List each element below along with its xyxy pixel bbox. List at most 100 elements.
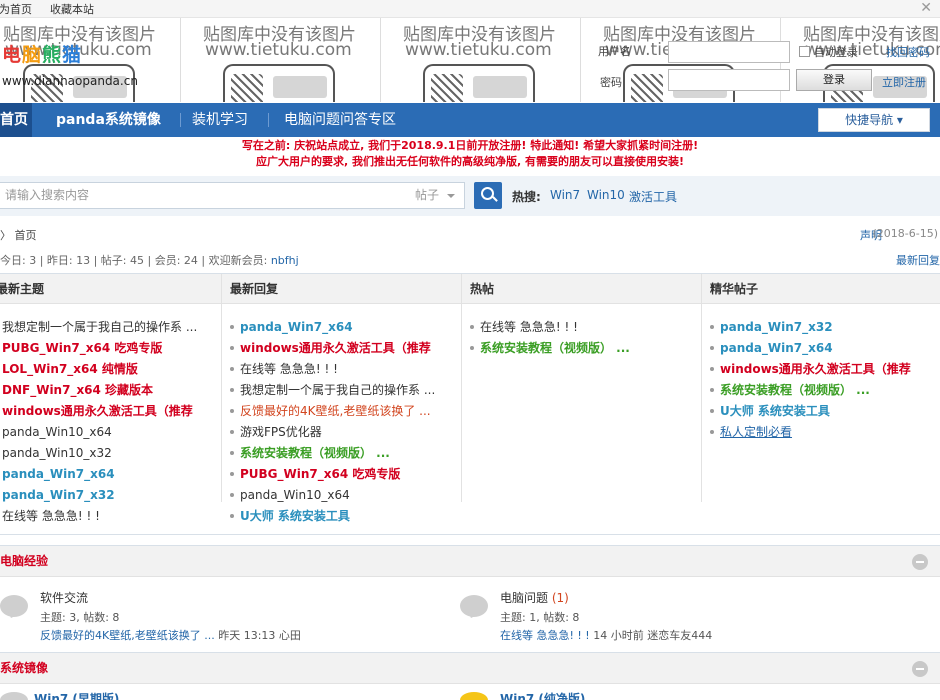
password-label: 密码 [600, 76, 622, 89]
list-item: LOL_Win7_x64 纯情版 [2, 359, 217, 380]
password-input[interactable] [668, 69, 790, 91]
forum-new-bubble-icon [460, 692, 488, 700]
nav-qa-zone[interactable]: 电脑问题问答专区 [270, 103, 410, 137]
thread-link[interactable]: panda_Win7_x32 [2, 488, 115, 502]
search-input[interactable]: 请输入搜索内容 [0, 182, 406, 209]
list-item: 在线等 急急急! ! ! [2, 506, 217, 527]
search-type-select[interactable]: 帖子 [405, 182, 465, 209]
username-input[interactable] [668, 41, 790, 63]
thread-link[interactable]: U大师 系统安装工具 [240, 509, 350, 523]
forum-bubble-icon [460, 595, 488, 617]
notice-line: 写在之前: 庆祝站点成立, 我们于2018.9.1日前开放注册! 特此通知! 希… [241, 139, 699, 152]
thread-link[interactable]: 反馈最好的4K壁纸,老壁纸该换了 ... [240, 404, 431, 418]
breadcrumb: 〉 首页 [0, 227, 37, 243]
forum-entry: 电脑问题 (1) 主题: 1, 帖数: 8 在线等 急急急! ! ! 14 小时… [460, 589, 920, 649]
find-password-link[interactable]: 找回密码 [886, 44, 930, 60]
forum-last-post-link[interactable]: 在线等 急急急! ! ! [500, 629, 590, 642]
forum-last-post-info: 昨天 13:13 心田 [214, 629, 301, 642]
thread-link[interactable]: 系统安装教程（视频版） ... [480, 341, 630, 355]
list-item: 系统安装教程（视频版） ... [710, 380, 935, 401]
thread-link[interactable]: 私人定制必看 [720, 425, 792, 439]
autologin-label: 自动登录 [814, 46, 858, 59]
collapse-icon[interactable] [912, 554, 928, 570]
close-icon[interactable]: ✕ [920, 0, 932, 16]
forum-last-post-info: 14 小时前 迷恋车友444 [589, 629, 713, 642]
forum-stats: 今日: 3 | 昨日: 13 | 帖子: 45 | 会员: 24 | 欢迎新会员… [0, 254, 299, 267]
list-item: panda_Win7_x64 [2, 464, 217, 485]
forum-name[interactable]: Win7 (纯净版) [500, 690, 585, 700]
nav-install-learning[interactable]: 装机学习 [178, 103, 262, 137]
thread-link[interactable]: windows通用永久激活工具（推荐 [240, 341, 431, 355]
list-item: PUBG_Win7_x64 吃鸡专版 [2, 338, 217, 359]
search-icon[interactable] [474, 182, 502, 209]
thread-link[interactable]: 我想定制一个属于我自己的操作系 ... [240, 383, 435, 397]
thread-link[interactable]: 游戏FPS优化器 [240, 425, 322, 439]
hot-keyword[interactable]: 激活工具 [629, 188, 677, 205]
search-bar: 请输入搜索内容 帖子 热搜: Win7 Win10 激活工具 [0, 176, 940, 216]
thread-link[interactable]: panda_Win7_x32 [720, 320, 833, 334]
nav-home[interactable]: 首页 [0, 103, 32, 137]
list-item: panda_Win10_x64 [230, 485, 455, 506]
list-item: 我想定制一个属于我自己的操作系 ... [2, 317, 217, 338]
site-url: www.diannaopanda.cn [2, 74, 138, 88]
list-item: windows通用永久激活工具（推荐 [710, 359, 935, 380]
category-header: 电脑经验 [0, 545, 940, 577]
thread-link[interactable]: 我想定制一个属于我自己的操作系 ... [2, 320, 197, 334]
column-divider [461, 274, 462, 502]
list-item: DNF_Win7_x64 珍藏版本 [2, 380, 217, 401]
category-title[interactable]: 电脑经验 [0, 546, 48, 577]
forum-name[interactable]: 软件交流 [40, 591, 88, 605]
list-item: panda_Win7_x32 [710, 317, 935, 338]
thread-link[interactable]: 系统安装教程（视频版） ... [240, 446, 390, 460]
placeholder-graphic [223, 64, 335, 102]
forum-meta: 主题: 1, 帖数: 8 [500, 611, 580, 624]
bookmark-link[interactable]: 收藏本站 [50, 1, 94, 17]
thread-link[interactable]: 系统安装教程（视频版） ... [720, 383, 870, 397]
new-member-link[interactable]: nbfhj [271, 254, 299, 267]
quick-nav-button[interactable]: 快捷导航 ▾ [818, 108, 930, 132]
top-utility-bar: 设为首页 收藏本站 ✕ [0, 0, 940, 18]
breadcrumb-home[interactable]: 首页 [15, 229, 37, 242]
register-link[interactable]: 立即注册 [882, 74, 926, 90]
username-label: 用户名 [598, 45, 631, 58]
thread-link[interactable]: DNF_Win7_x64 珍藏版本 [2, 383, 153, 397]
list-item: U大师 系统安装工具 [230, 506, 455, 527]
thread-link[interactable]: 在线等 急急急! ! ! [480, 320, 578, 334]
notice-line: 应广大用户的要求, 我们推出无任何软件的高级纯净版, 有需要的朋友可以直接使用安… [255, 155, 685, 168]
thread-link[interactable]: windows通用永久激活工具（推荐 [2, 404, 193, 418]
list-item: windows通用永久激活工具（推荐 [2, 401, 217, 422]
forum-name[interactable]: 电脑问题 [500, 591, 548, 605]
thread-list: 我想定制一个属于我自己的操作系 ... PUBG_Win7_x64 吃鸡专版 LOL… [2, 317, 217, 527]
thread-link[interactable]: panda_Win7_x64 [240, 320, 353, 334]
site-logo[interactable]: 电脑熊猫 [2, 40, 82, 67]
list-item: 反馈最好的4K壁纸,老壁纸该换了 ... [230, 401, 455, 422]
thread-link[interactable]: 在线等 急急急! ! ! [240, 362, 338, 376]
forum-name[interactable]: Win7 (早期版) [34, 690, 119, 700]
category-title[interactable]: 系统镜像 [0, 653, 48, 684]
thread-link[interactable]: panda_Win7_x64 [2, 467, 115, 481]
thread-link[interactable]: panda_Win10_x64 [240, 488, 350, 502]
list-item: PUBG_Win7_x64 吃鸡专版 [230, 464, 455, 485]
thread-link[interactable]: PUBG_Win7_x64 吃鸡专版 [240, 467, 400, 481]
login-button[interactable]: 登录 [796, 69, 872, 91]
thread-link[interactable]: panda_Win10_x64 [2, 425, 112, 439]
thread-link[interactable]: LOL_Win7_x64 纯情版 [2, 362, 138, 376]
thread-link[interactable]: windows通用永久激活工具（推荐 [720, 362, 911, 376]
forum-new-count: (1) [551, 591, 569, 605]
hot-keyword[interactable]: Win10 [587, 188, 625, 202]
collapse-icon[interactable] [912, 661, 928, 677]
thread-link[interactable]: U大师 系统安装工具 [720, 404, 830, 418]
forum-last-post-link[interactable]: 反馈最好的4K壁纸,老壁纸该换了 ... [40, 629, 215, 642]
list-item: 系统安装教程（视频版） ... [230, 443, 455, 464]
column-divider [701, 274, 702, 502]
latest-replies-link[interactable]: 最新回复 [896, 252, 940, 268]
thread-link[interactable]: panda_Win7_x64 [720, 341, 833, 355]
thread-link[interactable]: panda_Win10_x32 [2, 446, 112, 460]
nav-system-images[interactable]: panda系统镜像 [42, 103, 175, 137]
list-item: panda_Win10_x64 [2, 422, 217, 443]
autologin-checkbox[interactable] [799, 46, 810, 57]
set-homepage-link[interactable]: 设为首页 [0, 1, 32, 17]
thread-link[interactable]: 在线等 急急急! ! ! [2, 509, 100, 523]
hot-keyword[interactable]: Win7 [550, 188, 580, 202]
thread-link[interactable]: PUBG_Win7_x64 吃鸡专版 [2, 341, 162, 355]
